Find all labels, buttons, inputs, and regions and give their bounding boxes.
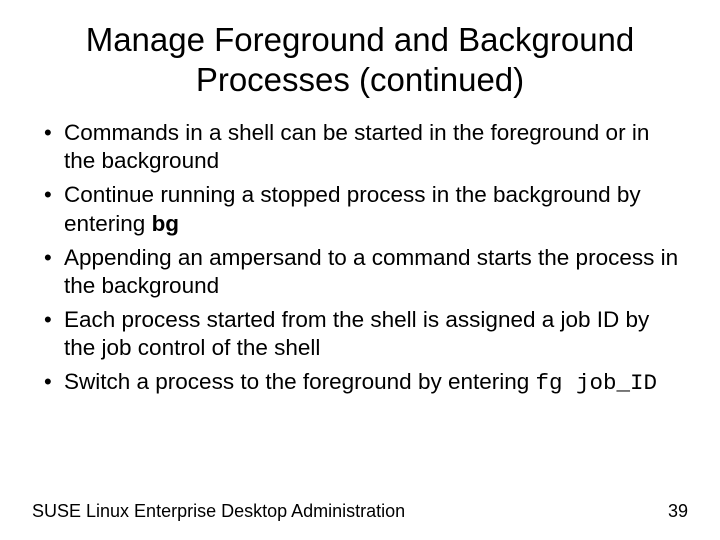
page-number: 39 (668, 501, 688, 522)
bullet-text: Commands in a shell can be started in th… (64, 120, 649, 173)
slide-title: Manage Foreground and Background Process… (0, 0, 720, 99)
code-text: fg job_ID (536, 370, 658, 396)
bullet-text: Each process started from the shell is a… (64, 307, 649, 360)
bullet-text: Switch a process to the foreground by en… (64, 369, 536, 394)
slide-body: Commands in a shell can be started in th… (0, 99, 720, 397)
bullet-item: Switch a process to the foreground by en… (40, 368, 680, 397)
footer-title: SUSE Linux Enterprise Desktop Administra… (32, 501, 405, 522)
bold-text: bg (152, 211, 180, 236)
bullet-item: Continue running a stopped process in th… (40, 181, 680, 237)
bullet-text: Continue running a stopped process in th… (64, 182, 641, 235)
bullet-item: Each process started from the shell is a… (40, 306, 680, 362)
title-line-2: Processes (continued) (196, 61, 524, 98)
bullet-text: Appending an ampersand to a command star… (64, 245, 678, 298)
bullet-list: Commands in a shell can be started in th… (40, 119, 680, 397)
bullet-item: Appending an ampersand to a command star… (40, 244, 680, 300)
bullet-item: Commands in a shell can be started in th… (40, 119, 680, 175)
slide: Manage Foreground and Background Process… (0, 0, 720, 540)
title-line-1: Manage Foreground and Background (86, 21, 635, 58)
slide-footer: SUSE Linux Enterprise Desktop Administra… (32, 501, 688, 522)
